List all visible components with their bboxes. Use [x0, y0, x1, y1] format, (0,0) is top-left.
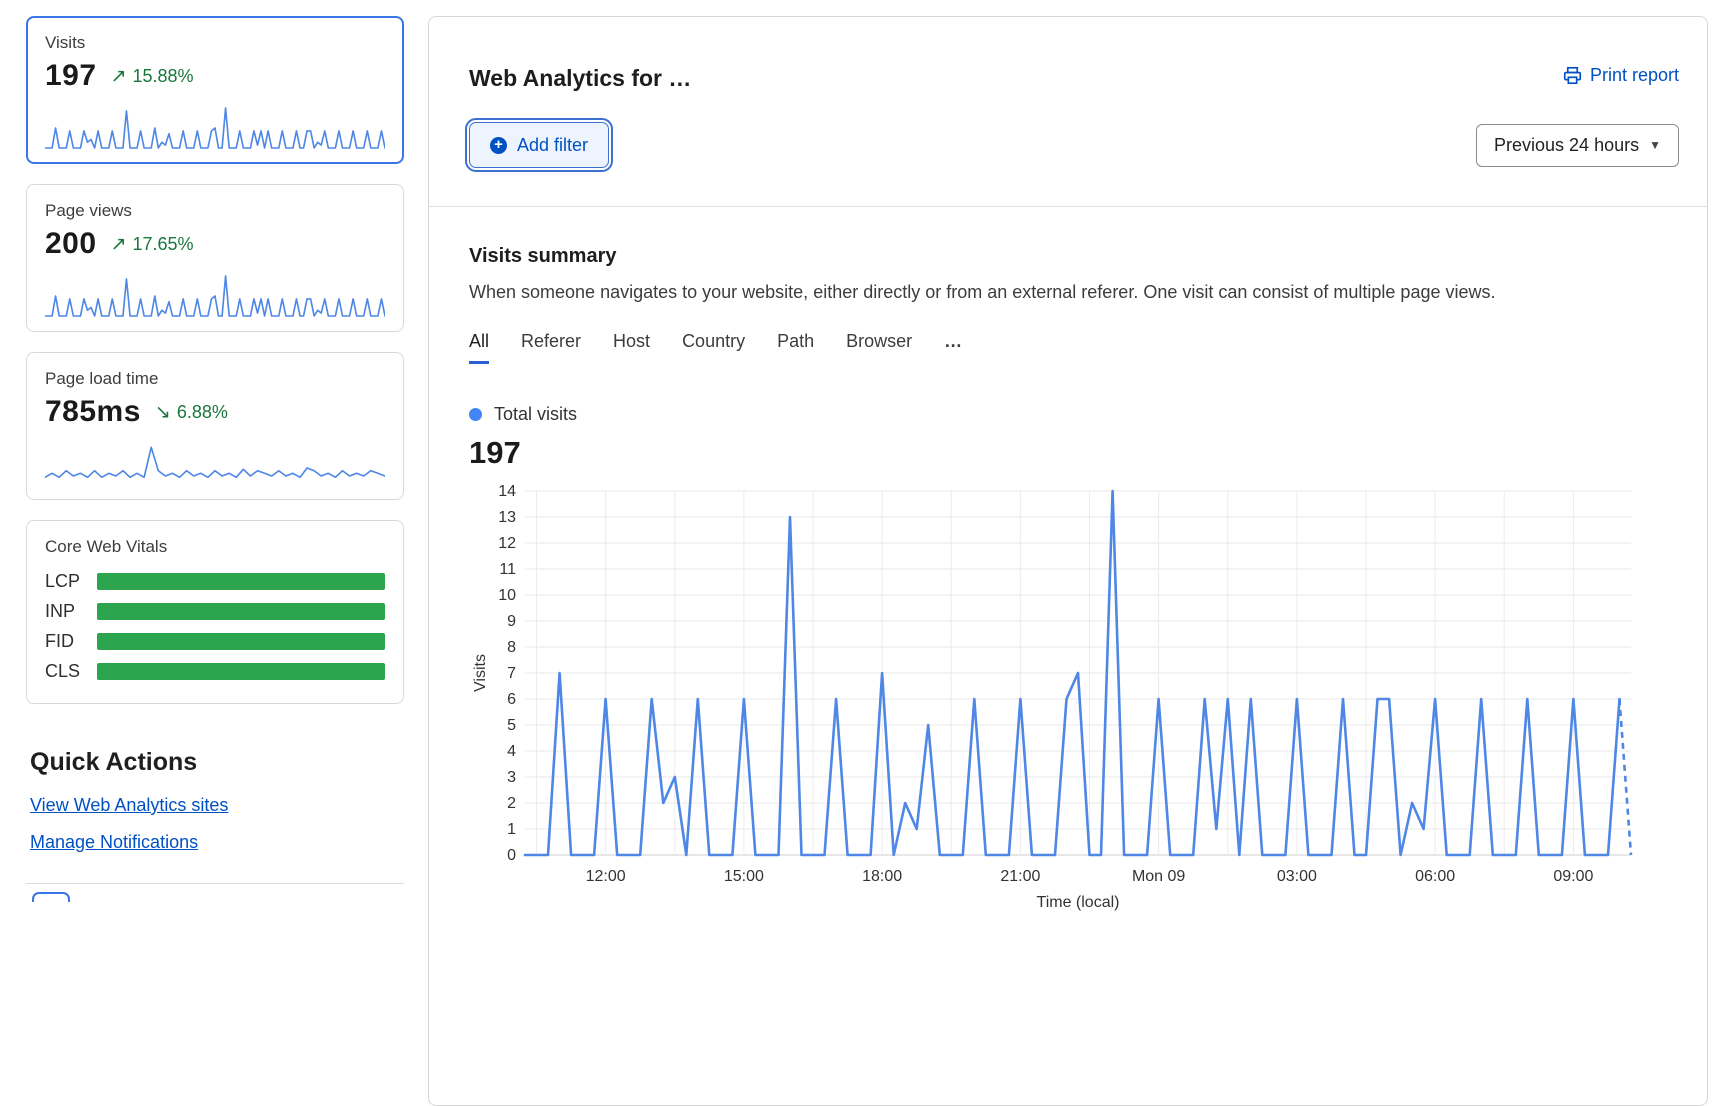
- trend-down-icon: ↘: [155, 401, 171, 424]
- svg-text:8: 8: [507, 639, 516, 656]
- stat-card-title: Page views: [45, 201, 385, 221]
- chart-legend: Total visits: [469, 404, 1679, 425]
- core-web-vitals-title: Core Web Vitals: [45, 537, 385, 557]
- add-filter-button[interactable]: Add filter: [469, 122, 609, 168]
- print-report-label: Print report: [1590, 65, 1679, 86]
- svg-text:12:00: 12:00: [586, 868, 626, 885]
- svg-text:Visits: Visits: [472, 654, 489, 692]
- core-web-vitals-card[interactable]: Core Web Vitals LCP INP FID CLS: [26, 520, 404, 704]
- vital-row-fid: FID: [45, 631, 385, 652]
- trend-up-icon: ↗: [111, 65, 127, 88]
- stat-card-trend: ↗17.65%: [111, 233, 194, 256]
- vital-label: CLS: [45, 661, 97, 682]
- visits-summary-title: Visits summary: [469, 245, 1679, 268]
- tab-country[interactable]: Country: [682, 331, 745, 364]
- quick-action-view-web-analytics-sites[interactable]: View Web Analytics sites: [30, 795, 228, 816]
- tab-more[interactable]: …: [944, 331, 962, 364]
- svg-text:2: 2: [507, 795, 516, 812]
- web-analytics-page: Visits197↗15.88%Page views200↗17.65%Page…: [0, 0, 1730, 988]
- svg-text:03:00: 03:00: [1277, 868, 1317, 885]
- total-visits-value: 197: [469, 435, 1679, 471]
- svg-text:Mon 09: Mon 09: [1132, 868, 1185, 885]
- panel-header: Web Analytics for … Print report Ad: [429, 17, 1707, 207]
- stat-card-value: 200: [45, 227, 97, 261]
- vital-row-cls: CLS: [45, 661, 385, 682]
- trend-up-icon: ↗: [111, 233, 127, 256]
- vitals-bar-lcp: [97, 573, 385, 590]
- svg-text:14: 14: [498, 483, 516, 500]
- visits-line-chart[interactable]: 0123456789101112131412:0015:0018:0021:00…: [469, 477, 1679, 923]
- quick-actions-links: View Web Analytics sites Manage Notificat…: [26, 795, 404, 869]
- print-report-link[interactable]: Print report: [1563, 65, 1679, 86]
- vital-row-inp: INP: [45, 601, 385, 622]
- stat-card-trend-pct: 6.88%: [177, 402, 228, 423]
- quick-action-manage-notifications[interactable]: Manage Notifications: [30, 832, 198, 853]
- svg-text:9: 9: [507, 613, 516, 630]
- tab-all[interactable]: All: [469, 331, 489, 364]
- stat-card-title: Page load time: [45, 369, 385, 389]
- tab-browser[interactable]: Browser: [846, 331, 912, 364]
- stat-card-page-views[interactable]: Page views 200 ↗17.65%: [26, 184, 404, 332]
- svg-text:5: 5: [507, 717, 516, 734]
- svg-text:0: 0: [507, 847, 516, 864]
- stat-card-title: Visits: [45, 33, 385, 53]
- svg-text:21:00: 21:00: [1000, 868, 1040, 885]
- add-filter-label: Add filter: [517, 135, 588, 156]
- page-title: Web Analytics for …: [469, 65, 691, 92]
- vitals-bar-cls: [97, 663, 385, 680]
- stat-card-value: 785ms: [45, 395, 141, 429]
- svg-text:3: 3: [507, 769, 516, 786]
- vital-label: INP: [45, 601, 97, 622]
- stat-card-trend-pct: 17.65%: [132, 234, 193, 255]
- stat-card-trend: ↗15.88%: [111, 65, 194, 88]
- sidebar-divider: [26, 883, 404, 884]
- svg-text:11: 11: [499, 561, 516, 578]
- vital-label: FID: [45, 631, 97, 652]
- stat-card-visits[interactable]: Visits 197 ↗15.88%: [26, 16, 404, 164]
- sidebar: Visits197↗15.88%Page views200↗17.65%Page…: [26, 16, 404, 988]
- chevron-down-icon: [1649, 138, 1661, 152]
- main-panel: Web Analytics for … Print report Ad: [428, 16, 1708, 1106]
- vital-row-lcp: LCP: [45, 571, 385, 592]
- sparkline: [45, 103, 385, 151]
- sparkline: [45, 439, 385, 487]
- svg-text:4: 4: [507, 743, 516, 760]
- below-fold-card-edge: [32, 892, 70, 902]
- vitals-bar-inp: [97, 603, 385, 620]
- svg-text:09:00: 09:00: [1553, 868, 1593, 885]
- svg-text:6: 6: [507, 691, 516, 708]
- svg-text:Time (local): Time (local): [1037, 894, 1120, 911]
- stat-card-list: Visits197↗15.88%Page views200↗17.65%Page…: [26, 16, 404, 500]
- vitals-bar-fid: [97, 633, 385, 650]
- plus-circle-icon: [490, 137, 507, 154]
- tab-path[interactable]: Path: [777, 331, 814, 364]
- vital-label: LCP: [45, 571, 97, 592]
- sparkline: [45, 271, 385, 319]
- svg-text:15:00: 15:00: [724, 868, 764, 885]
- time-range-label: Previous 24 hours: [1494, 135, 1639, 156]
- printer-icon: [1563, 66, 1582, 85]
- visits-summary-section: Visits summary When someone navigates to…: [429, 207, 1707, 923]
- quick-actions-title: Quick Actions: [30, 748, 404, 777]
- svg-text:13: 13: [498, 509, 516, 526]
- dimension-tabs: All Referer Host Country Path Browser …: [469, 331, 1679, 364]
- stat-card-value: 197: [45, 59, 97, 93]
- core-web-vitals-rows: LCP INP FID CLS: [45, 571, 385, 682]
- tab-referer[interactable]: Referer: [521, 331, 581, 364]
- svg-text:18:00: 18:00: [862, 868, 902, 885]
- stat-card-trend: ↘ 6.88%: [155, 401, 228, 424]
- tab-host[interactable]: Host: [613, 331, 650, 364]
- stat-card-page-load-time[interactable]: Page load time 785ms ↘ 6.88%: [26, 352, 404, 500]
- stat-card-trend-pct: 15.88%: [132, 66, 193, 87]
- svg-text:10: 10: [498, 587, 516, 604]
- svg-text:06:00: 06:00: [1415, 868, 1455, 885]
- visits-summary-description: When someone navigates to your website, …: [469, 282, 1679, 303]
- legend-label: Total visits: [494, 404, 577, 425]
- time-range-dropdown[interactable]: Previous 24 hours: [1476, 124, 1679, 167]
- svg-text:7: 7: [507, 665, 516, 682]
- svg-text:1: 1: [507, 821, 516, 838]
- legend-dot: [469, 408, 482, 421]
- svg-text:12: 12: [498, 535, 516, 552]
